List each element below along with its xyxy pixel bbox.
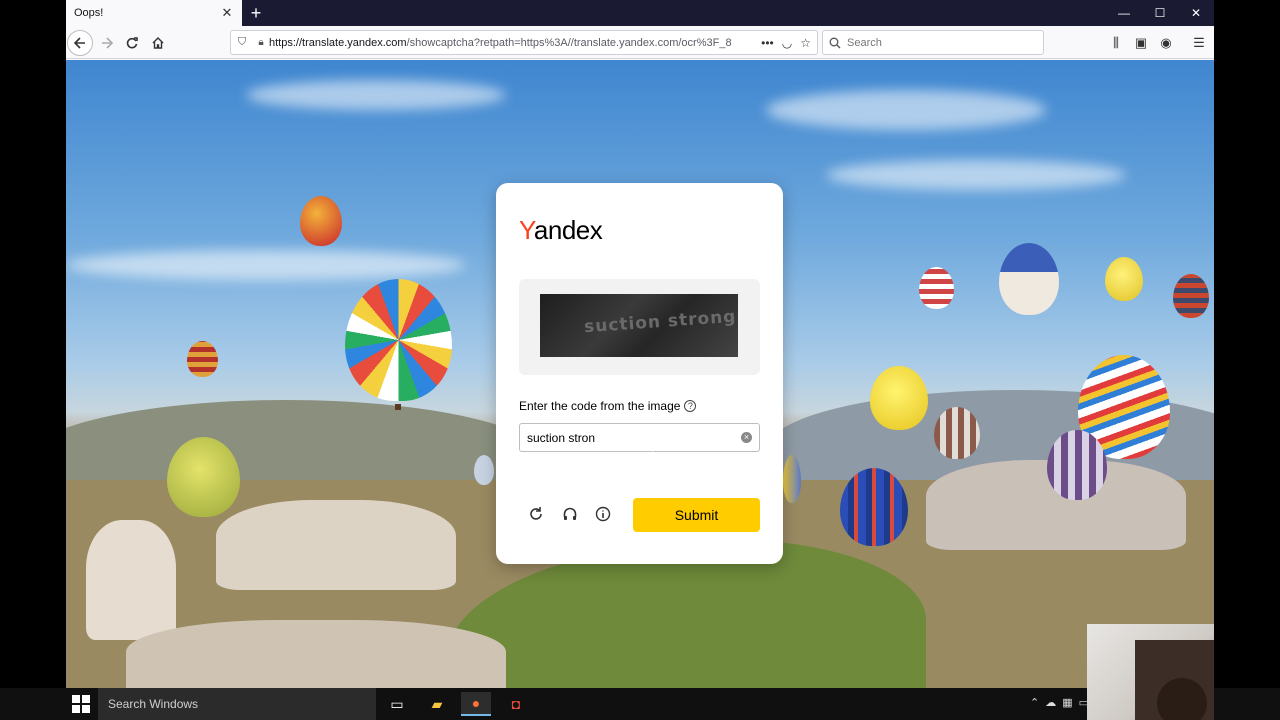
- help-icon[interactable]: ?: [684, 400, 697, 412]
- taskbar-search-input[interactable]: Search Windows: [98, 688, 376, 720]
- reload-icon: [126, 37, 138, 49]
- cloud: [246, 80, 506, 110]
- hot-air-balloon: [345, 279, 452, 401]
- minimize-button[interactable]: —: [1106, 0, 1142, 26]
- hot-air-balloon: [1173, 274, 1209, 318]
- back-button[interactable]: [67, 30, 93, 56]
- hot-air-balloon: [187, 341, 218, 377]
- arrow-left-icon: [73, 37, 85, 49]
- hot-air-balloon: [934, 407, 980, 459]
- bookmark-star-icon[interactable]: ☆: [800, 36, 811, 50]
- audio-captcha-button[interactable]: [559, 503, 581, 525]
- hot-air-balloon: [167, 437, 240, 517]
- captcha-image-frame: suction strong: [519, 279, 760, 375]
- captcha-image-text: suction strong: [583, 306, 738, 338]
- webcam-overlay: [1087, 624, 1214, 720]
- url-text[interactable]: https://translate.yandex.com/showcaptcha…: [269, 37, 755, 49]
- cloud: [66, 250, 466, 280]
- captcha-image: suction strong: [540, 294, 738, 357]
- captcha-prompt-label: Enter the code from the image: [519, 399, 681, 413]
- tab-close-icon[interactable]: ✕: [220, 5, 234, 20]
- yandex-logo: Yandex: [519, 215, 603, 245]
- info-icon: [595, 506, 611, 522]
- tab-oops[interactable]: Oops! ✕: [66, 0, 242, 26]
- menu-icon[interactable]: ☰: [1187, 30, 1211, 56]
- hot-air-balloon: [474, 455, 494, 485]
- task-view-icon[interactable]: ▭: [382, 692, 412, 716]
- account-icon[interactable]: ◉: [1154, 30, 1178, 56]
- home-icon: [152, 37, 164, 49]
- hot-air-balloon: [999, 243, 1059, 315]
- search-placeholder: Search: [847, 36, 882, 49]
- hot-air-balloon: [1047, 430, 1107, 500]
- pocket-icon[interactable]: ◡: [782, 36, 792, 50]
- network-icon[interactable]: ▦: [1062, 696, 1072, 709]
- captcha-page-background: Yandex suction strong Enter the code fro…: [66, 60, 1214, 688]
- balloon-basket: [395, 404, 401, 410]
- captcha-code-value: suction stron: [527, 430, 596, 445]
- fairy-chimney-rock: [86, 520, 176, 640]
- arrow-right-icon: [102, 37, 114, 49]
- hot-air-balloon: [919, 267, 954, 309]
- captcha-card: Yandex suction strong Enter the code fro…: [496, 183, 783, 564]
- url-host: https://translate.yandex.com: [269, 36, 407, 49]
- clear-input-icon[interactable]: ×: [741, 432, 752, 443]
- hot-air-balloon: [1105, 257, 1143, 301]
- page-actions-icon[interactable]: •••: [761, 36, 774, 50]
- refresh-icon: [530, 507, 542, 520]
- firefox-icon[interactable]: ●: [461, 692, 491, 716]
- windows-start-icon[interactable]: [72, 695, 90, 713]
- search-icon: [829, 37, 841, 48]
- submit-button[interactable]: Submit: [633, 498, 760, 532]
- hot-air-balloon: [783, 455, 801, 503]
- chevron-up-icon[interactable]: ⌃: [1030, 696, 1039, 709]
- tracking-shield-icon[interactable]: ⛉: [231, 36, 253, 49]
- tab-title: Oops!: [74, 7, 104, 19]
- captcha-prompt: Enter the code from the image ?: [519, 399, 697, 413]
- forward-button[interactable]: [94, 30, 120, 56]
- new-tab-button[interactable]: +: [246, 3, 266, 23]
- url-path: /showcaptcha?retpath=https%3A//translate…: [406, 36, 732, 49]
- sidebar-icon[interactable]: ▣: [1129, 30, 1153, 56]
- address-bar[interactable]: ⛉ 🔒︎ https://translate.yandex.com/showca…: [230, 30, 818, 55]
- left-letterbox: [0, 0, 66, 688]
- headphones-icon: [563, 507, 577, 520]
- reload-button[interactable]: [119, 30, 145, 56]
- captcha-info-button[interactable]: [592, 503, 614, 525]
- cloud-icon[interactable]: ☁: [1045, 696, 1056, 709]
- webcam-person: [1157, 678, 1207, 720]
- refresh-captcha-button[interactable]: [525, 503, 547, 525]
- hot-air-balloon: [840, 468, 908, 546]
- captcha-code-input[interactable]: suction stron ×: [519, 423, 760, 452]
- library-icon[interactable]: ⫼: [1104, 30, 1128, 56]
- recorder-app-icon[interactable]: ◘: [501, 692, 531, 716]
- fairy-chimney-rock: [126, 620, 506, 688]
- close-window-button[interactable]: ✕: [1178, 0, 1214, 26]
- home-button[interactable]: [145, 30, 171, 56]
- maximize-button[interactable]: ☐: [1142, 0, 1178, 26]
- tab-strip: Oops! ✕ + — ☐ ✕: [66, 0, 1214, 26]
- cloud: [826, 160, 1126, 190]
- browser-window: Oops! ✕ + — ☐ ✕ ⛉ 🔒︎ https://translate.y…: [66, 0, 1214, 688]
- file-explorer-icon[interactable]: ▰: [422, 692, 452, 716]
- nav-bar: ⛉ 🔒︎ https://translate.yandex.com/showca…: [66, 26, 1214, 59]
- fairy-chimney-rock: [216, 500, 456, 590]
- search-input[interactable]: Search: [822, 30, 1044, 55]
- cloud: [766, 90, 1046, 130]
- right-letterbox: [1214, 0, 1280, 688]
- hot-air-balloon: [300, 196, 342, 246]
- system-tray: ⌃ ☁ ▦ ▭: [1030, 696, 1089, 709]
- lock-icon[interactable]: 🔒︎: [253, 37, 269, 48]
- hot-air-balloon: [870, 366, 928, 430]
